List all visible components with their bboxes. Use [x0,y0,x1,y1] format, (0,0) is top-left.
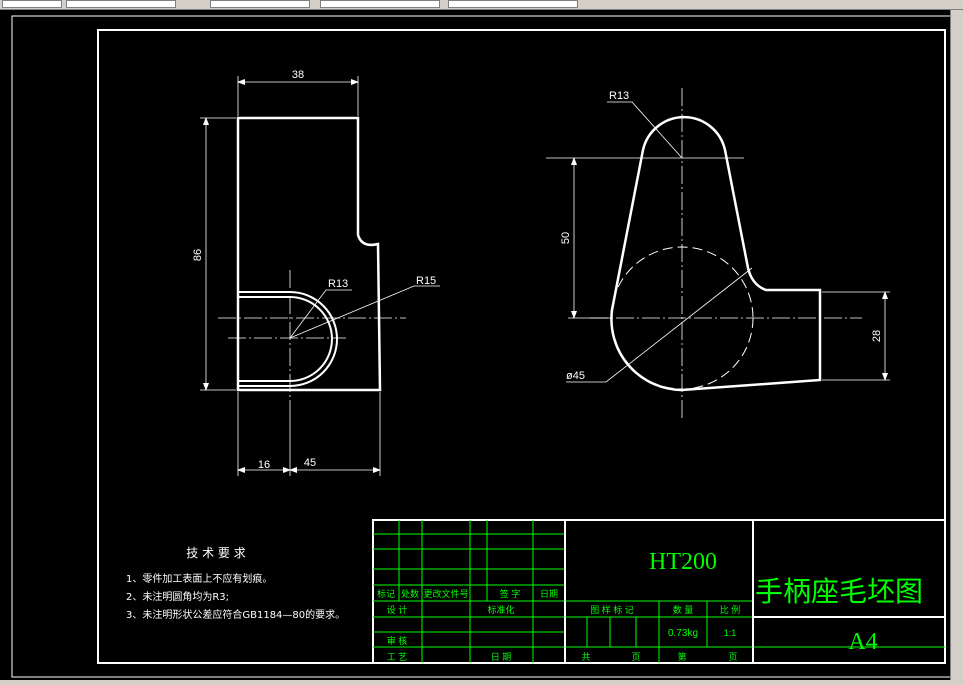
toolbar [0,0,963,10]
tech-requirements-title: 技 术 要 求 [186,546,245,560]
toolbar-dropdown[interactable] [210,0,310,8]
drawing-frame [97,29,946,664]
front-view [200,76,440,476]
label-quantity: 数 量 [673,604,694,615]
label-date: 日期 [540,589,558,599]
dim-base-left: 16 [258,459,270,471]
toolbar-dropdown[interactable] [320,0,440,8]
dim-radius-outer: R15 [416,275,436,287]
label-scale: 比 例 [720,604,741,615]
vertical-scrollbar[interactable] [950,10,963,680]
label-mark: 标记 [377,588,395,599]
dim-base-right: 45 [304,457,316,469]
label-change-doc: 更改文件号 [423,588,468,599]
label-process: 工 艺 [387,652,408,662]
dim-width-top: 38 [292,69,304,81]
tech-requirement-item: 2、未注明圆角均为R3; [126,590,229,603]
label-total: 共 [581,652,590,662]
cad-drawing: 38 86 R13 R15 16 45 R13 50 ø45 28 技 术 要 … [11,15,962,678]
label-date-2: 日 期 [491,652,512,662]
dim-radius-top: R13 [609,90,629,102]
material-label: HT200 [649,549,717,575]
tech-requirement-item: 3、未注明形状公差应符合GB1184—80的要求。 [126,608,345,621]
label-standardize: 标准化 [487,604,514,615]
dim-center-distance: 50 [560,232,572,244]
top-view [546,88,890,420]
weight-value: 0.73kg [668,628,698,639]
dim-radius-inner: R13 [328,278,348,290]
toolbar-button-group[interactable] [66,0,176,8]
dim-diameter: ø45 [566,370,585,382]
part-name: 手柄座毛坯图 [755,575,923,608]
dim-boss-height: 28 [871,330,883,342]
label-total-page: 页 [631,652,640,662]
label-stage-mark: 图 样 标 记 [590,604,634,615]
label-count: 处数 [401,588,419,599]
toolbar-dropdown[interactable] [448,0,578,8]
label-signature: 签 字 [500,588,521,599]
drawing-canvas[interactable]: 38 86 R13 R15 16 45 R13 50 ø45 28 技 术 要 … [0,10,963,680]
label-sheet: 第 [677,651,686,662]
label-sheet-page: 页 [728,652,737,662]
scale-value: 1:1 [724,628,737,638]
tech-requirement-item: 1、零件加工表面上不应有划痕。 [126,572,272,585]
status-strip [0,680,963,685]
dim-height-left: 86 [192,249,204,261]
toolbar-button-group[interactable] [2,0,62,8]
label-review: 审 核 [387,635,408,646]
label-design: 设 计 [387,604,408,615]
sheet-size: A4 [848,629,877,655]
